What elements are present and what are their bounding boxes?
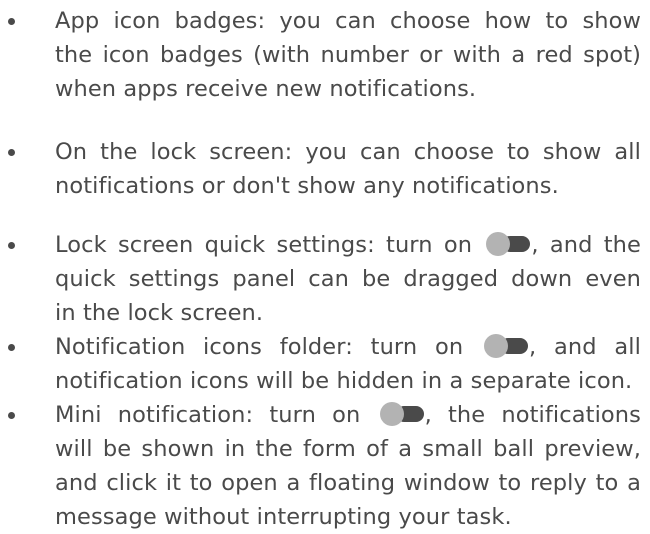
toggle-knob [379, 402, 404, 426]
text-segment: , and the [531, 232, 641, 258]
list-item-text: Mini notification: turn on , the notific… [55, 398, 641, 534]
text-line: Lock screen quick settings: turn on , an… [55, 228, 641, 262]
text-segment: Lock screen quick settings: turn on [55, 232, 473, 258]
list-item-text: Lock screen quick settings: turn on , an… [55, 228, 641, 330]
text-line: notifications or don't show any notifica… [55, 173, 559, 199]
toggle-off-icon [484, 334, 528, 358]
list-item-text: App icon badges: you can choose how to s… [55, 4, 641, 106]
text-segment: Mini notification: turn on [55, 402, 361, 428]
text-line: quick settings panel can be dragged down… [55, 266, 641, 292]
bullet-icon [8, 149, 15, 156]
text-segment: , and all [529, 334, 641, 360]
toggle-off-icon [486, 232, 531, 256]
toggle-knob [484, 334, 508, 358]
text-line: App icon badges: you can choose how to s… [55, 8, 641, 34]
text-line: Mini notification: turn on , the notific… [55, 398, 641, 432]
text-line: the icon badges (with number or with a r… [55, 42, 641, 68]
toggle-knob [486, 232, 511, 256]
text-segment: Notification icons folder: turn on [55, 334, 464, 360]
text-line: notification icons will be hidden in a s… [55, 368, 633, 394]
bullet-icon [8, 344, 15, 351]
text-line: On the lock screen: you can choose to sh… [55, 139, 641, 165]
text-line: message without interrupting your task. [55, 504, 512, 530]
list-item-text: Notification icons folder: turn on , and… [55, 330, 641, 398]
list-item-text: On the lock screen: you can choose to sh… [55, 135, 641, 203]
text-line: will be shown in the form of a small bal… [55, 436, 641, 462]
toggle-off-icon [379, 402, 424, 426]
text-line: Notification icons folder: turn on , and… [55, 330, 641, 364]
bullet-icon [8, 242, 15, 249]
bullet-icon [8, 18, 15, 25]
text-line: in the lock screen. [55, 300, 264, 326]
text-segment: , the notifications [424, 402, 641, 428]
text-line: and click it to open a floating window t… [55, 470, 641, 496]
text-line: when apps receive new notifications. [55, 76, 477, 102]
bullet-icon [8, 412, 15, 419]
